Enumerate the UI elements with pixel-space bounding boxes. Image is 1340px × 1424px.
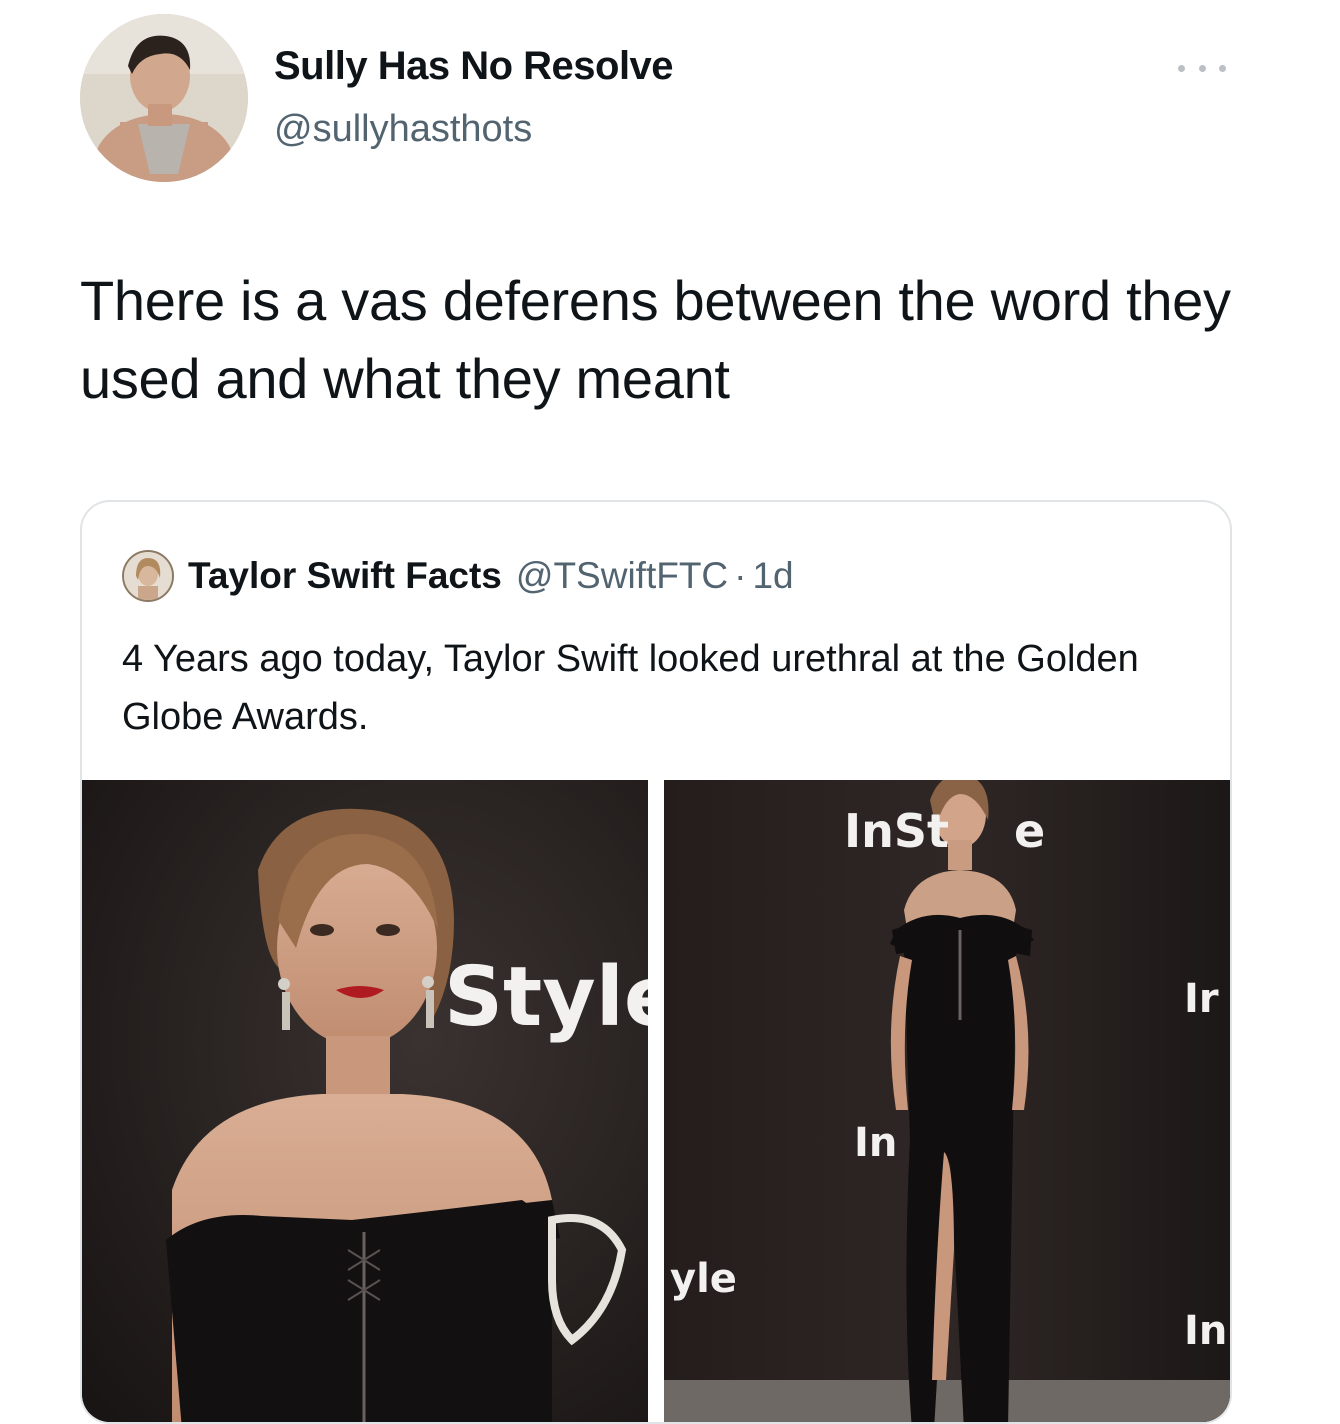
photo-left-image: [82, 780, 648, 1422]
timestamp-separator: ·: [734, 555, 747, 596]
quoted-tweet-card[interactable]: Taylor Swift Facts @TSwiftFTC · 1d 4 Yea…: [80, 500, 1232, 1424]
more-options-icon-dot: [1219, 64, 1226, 72]
backdrop-text-yle: yle: [670, 1256, 737, 1302]
quoted-tweet-header: Taylor Swift Facts @TSwiftFTC · 1d: [122, 550, 794, 602]
backdrop-text-style: Style: [444, 950, 648, 1045]
quoted-author-handle[interactable]: @TSwiftFTC: [516, 555, 728, 597]
backdrop-text-instyle: InSt: [844, 804, 949, 858]
quoted-author-display-name[interactable]: Taylor Swift Facts: [188, 555, 502, 597]
backdrop-text-ir: Ir: [1184, 976, 1219, 1022]
media-divider: [648, 780, 664, 1422]
more-options-icon: [1178, 64, 1185, 72]
backdrop-text-e: e: [1014, 804, 1046, 858]
backdrop-text-in-right: In: [1184, 1308, 1228, 1354]
author-handle[interactable]: @sullyhasthots: [274, 108, 532, 151]
quoted-tweet-text: 4 Years ago today, Taylor Swift looked u…: [122, 638, 1139, 738]
backdrop-text-in: In: [854, 1120, 898, 1166]
quoted-author-avatar[interactable]: [122, 550, 174, 602]
photo-right-image: [664, 780, 1230, 1422]
quoted-tweet-timestamp[interactable]: 1d: [752, 555, 793, 597]
user-avatar-photo-icon: [80, 14, 248, 182]
author-display-name[interactable]: Sully Has No Resolve: [274, 44, 674, 89]
tweet: Sully Has No Resolve @sullyhasthots Ther…: [0, 0, 1340, 1424]
more-options-icon-dot: [1198, 64, 1206, 72]
media-photo-right[interactable]: InSt e In yle Ir In: [664, 780, 1230, 1422]
quoted-tweet-media[interactable]: Style le: [82, 780, 1230, 1422]
tweet-text: There is a vas deferens between the word…: [80, 269, 1231, 410]
author-avatar[interactable]: [80, 14, 248, 182]
account-avatar-photo-icon: [124, 552, 172, 600]
more-options-button[interactable]: [1178, 56, 1226, 80]
media-photo-left[interactable]: Style le: [82, 780, 648, 1422]
